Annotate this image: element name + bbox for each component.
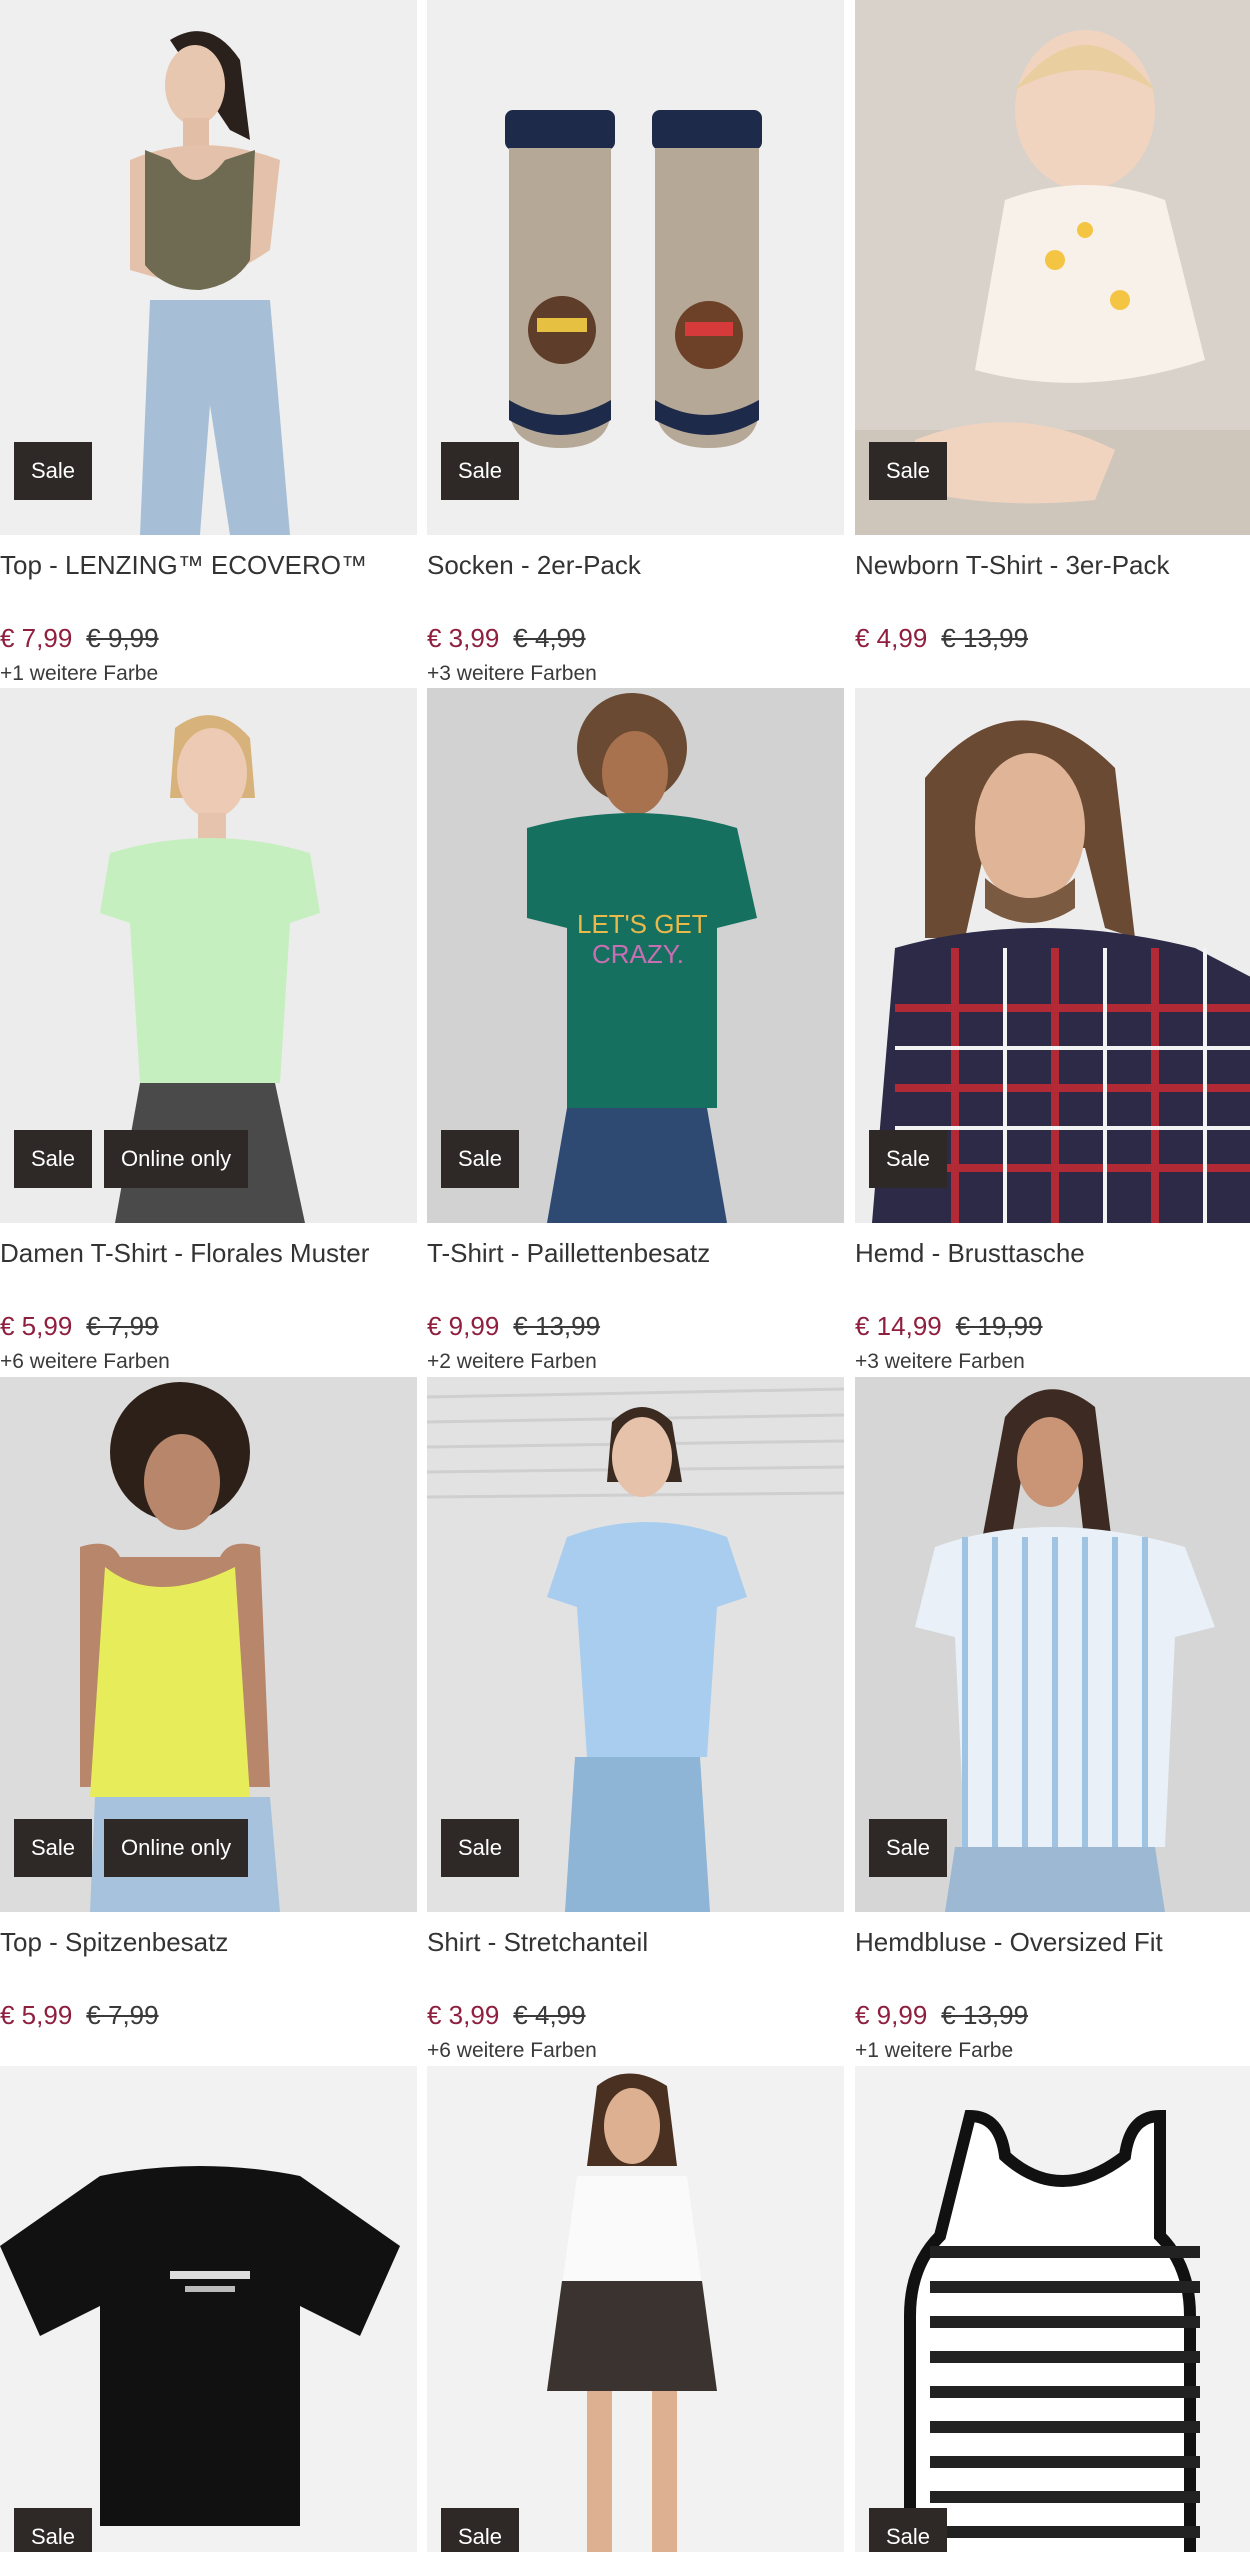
original-price: € 4,99: [513, 623, 586, 653]
product-card[interactable]: Sale: [0, 2066, 417, 2552]
product-image[interactable]: Sale: [855, 1377, 1250, 1912]
product-image[interactable]: Sale: [855, 0, 1250, 535]
product-title[interactable]: Damen T-Shirt - Florales Muster: [0, 1233, 417, 1273]
sale-badge: Sale: [869, 442, 948, 500]
sale-price: € 9,99: [427, 1311, 500, 1341]
online-only-badge: Online only: [104, 1130, 249, 1188]
product-image[interactable]: Sale: [427, 2066, 844, 2552]
product-title[interactable]: Hemdbluse - Oversized Fit: [855, 1922, 1250, 1962]
more-colors-link[interactable]: +6 weitere Farben: [427, 2035, 844, 2067]
original-price: € 13,99: [941, 2000, 1029, 2030]
original-price: € 7,99: [86, 1311, 159, 1341]
product-image[interactable]: Sale: [427, 0, 844, 535]
product-title[interactable]: Socken - 2er-Pack: [427, 545, 844, 585]
price-row: € 7,99 € 9,99: [0, 618, 417, 658]
product-card[interactable]: Sale Newborn T-Shirt - 3er-Pack € 4,99 € …: [855, 0, 1250, 690]
badge-row: Sale Online only: [14, 1130, 249, 1188]
price-row: € 14,99 € 19,99: [855, 1306, 1250, 1346]
online-only-badge: Online only: [104, 1819, 249, 1877]
product-card[interactable]: LET'S GET CRAZY. Sale T-Shirt - Paillett…: [427, 688, 844, 1378]
more-colors-link[interactable]: +1 weitere Farbe: [855, 2035, 1250, 2067]
product-title[interactable]: Hemd - Brusttasche: [855, 1233, 1250, 1273]
sale-badge: Sale: [441, 2508, 520, 2552]
sale-price: € 5,99: [0, 2000, 73, 2030]
sale-badge: Sale: [869, 1819, 948, 1877]
product-image[interactable]: Sale: [0, 0, 417, 535]
svg-text:CRAZY.: CRAZY.: [592, 939, 684, 969]
badge-row: Sale: [441, 2508, 520, 2552]
product-title[interactable]: T-Shirt - Paillettenbesatz: [427, 1233, 844, 1273]
svg-text:LET'S GET: LET'S GET: [577, 909, 708, 939]
price-row: € 3,99 € 4,99: [427, 1995, 844, 2035]
original-price: € 13,99: [513, 1311, 601, 1341]
badge-row: Sale: [14, 2508, 93, 2552]
badge-row: Sale: [441, 1130, 520, 1188]
sale-price: € 7,99: [0, 623, 73, 653]
badge-row: Sale: [441, 442, 520, 500]
more-colors-link[interactable]: +3 weitere Farben: [855, 1346, 1250, 1378]
product-grid: Sale Top - LENZING™ ECOVERO™ € 7,99 € 9,9…: [0, 0, 1250, 2552]
product-image[interactable]: Sale: [855, 2066, 1250, 2552]
product-title[interactable]: Top - Spitzenbesatz: [0, 1922, 417, 1962]
product-card[interactable]: Sale: [855, 2066, 1250, 2552]
more-colors-link[interactable]: [855, 658, 1250, 690]
price-row: € 5,99 € 7,99: [0, 1995, 417, 2035]
product-card[interactable]: Sale Top - LENZING™ ECOVERO™ € 7,99 € 9,9…: [0, 0, 417, 690]
product-image[interactable]: Sale Online only: [0, 1377, 417, 1912]
sale-badge: Sale: [441, 1819, 520, 1877]
sale-badge: Sale: [14, 1130, 93, 1188]
badge-row: Sale: [869, 1130, 948, 1188]
product-image[interactable]: LET'S GET CRAZY. Sale: [427, 688, 844, 1223]
price-row: € 4,99 € 13,99: [855, 618, 1250, 658]
product-image[interactable]: Sale: [0, 2066, 417, 2552]
sale-badge: Sale: [441, 442, 520, 500]
sale-badge: Sale: [869, 1130, 948, 1188]
sale-badge: Sale: [14, 1819, 93, 1877]
sale-price: € 14,99: [855, 1311, 942, 1341]
more-colors-link[interactable]: +1 weitere Farbe: [0, 658, 417, 690]
original-price: € 4,99: [513, 2000, 586, 2030]
product-title[interactable]: Top - LENZING™ ECOVERO™: [0, 545, 417, 585]
sale-badge: Sale: [441, 1130, 520, 1188]
sale-price: € 4,99: [855, 623, 928, 653]
original-price: € 13,99: [941, 623, 1029, 653]
price-row: € 9,99 € 13,99: [855, 1995, 1250, 2035]
badge-row: Sale: [869, 442, 948, 500]
product-image[interactable]: Sale: [855, 688, 1250, 1223]
badge-row: Sale: [441, 1819, 520, 1877]
product-card[interactable]: Sale Socken - 2er-Pack € 3,99 € 4,99 +3 w…: [427, 0, 844, 690]
original-price: € 9,99: [86, 623, 159, 653]
product-card[interactable]: Sale Online only Top - Spitzenbesatz € 5…: [0, 1377, 417, 2067]
product-title[interactable]: Shirt - Stretchanteil: [427, 1922, 844, 1962]
product-title[interactable]: Newborn T-Shirt - 3er-Pack: [855, 545, 1250, 585]
sale-badge: Sale: [869, 2508, 948, 2552]
product-image[interactable]: Sale: [427, 1377, 844, 1912]
sale-price: € 3,99: [427, 623, 500, 653]
product-card[interactable]: Sale Hemdbluse - Oversized Fit € 9,99 € 1…: [855, 1377, 1250, 2067]
more-colors-link[interactable]: +6 weitere Farben: [0, 1346, 417, 1378]
sale-price: € 5,99: [0, 1311, 73, 1341]
original-price: € 7,99: [86, 2000, 159, 2030]
sale-price: € 9,99: [855, 2000, 928, 2030]
product-image[interactable]: Sale Online only: [0, 688, 417, 1223]
badge-row: Sale: [869, 2508, 948, 2552]
price-row: € 5,99 € 7,99: [0, 1306, 417, 1346]
product-card[interactable]: Sale Shirt - Stretchanteil € 3,99 € 4,99 …: [427, 1377, 844, 2067]
product-card[interactable]: Sale Online only Damen T-Shirt - Florale…: [0, 688, 417, 1378]
more-colors-link[interactable]: +3 weitere Farben: [427, 658, 844, 690]
badge-row: Sale: [14, 442, 93, 500]
more-colors-link[interactable]: +2 weitere Farben: [427, 1346, 844, 1378]
more-colors-link[interactable]: [0, 2035, 417, 2067]
product-card[interactable]: Sale: [427, 2066, 844, 2552]
price-row: € 9,99 € 13,99: [427, 1306, 844, 1346]
sale-badge: Sale: [14, 442, 93, 500]
sale-price: € 3,99: [427, 2000, 500, 2030]
badge-row: Sale Online only: [14, 1819, 249, 1877]
sale-badge: Sale: [14, 2508, 93, 2552]
original-price: € 19,99: [955, 1311, 1043, 1341]
price-row: € 3,99 € 4,99: [427, 618, 844, 658]
product-card[interactable]: Sale Hemd - Brusttasche € 14,99 € 19,99 +…: [855, 688, 1250, 1378]
badge-row: Sale: [869, 1819, 948, 1877]
